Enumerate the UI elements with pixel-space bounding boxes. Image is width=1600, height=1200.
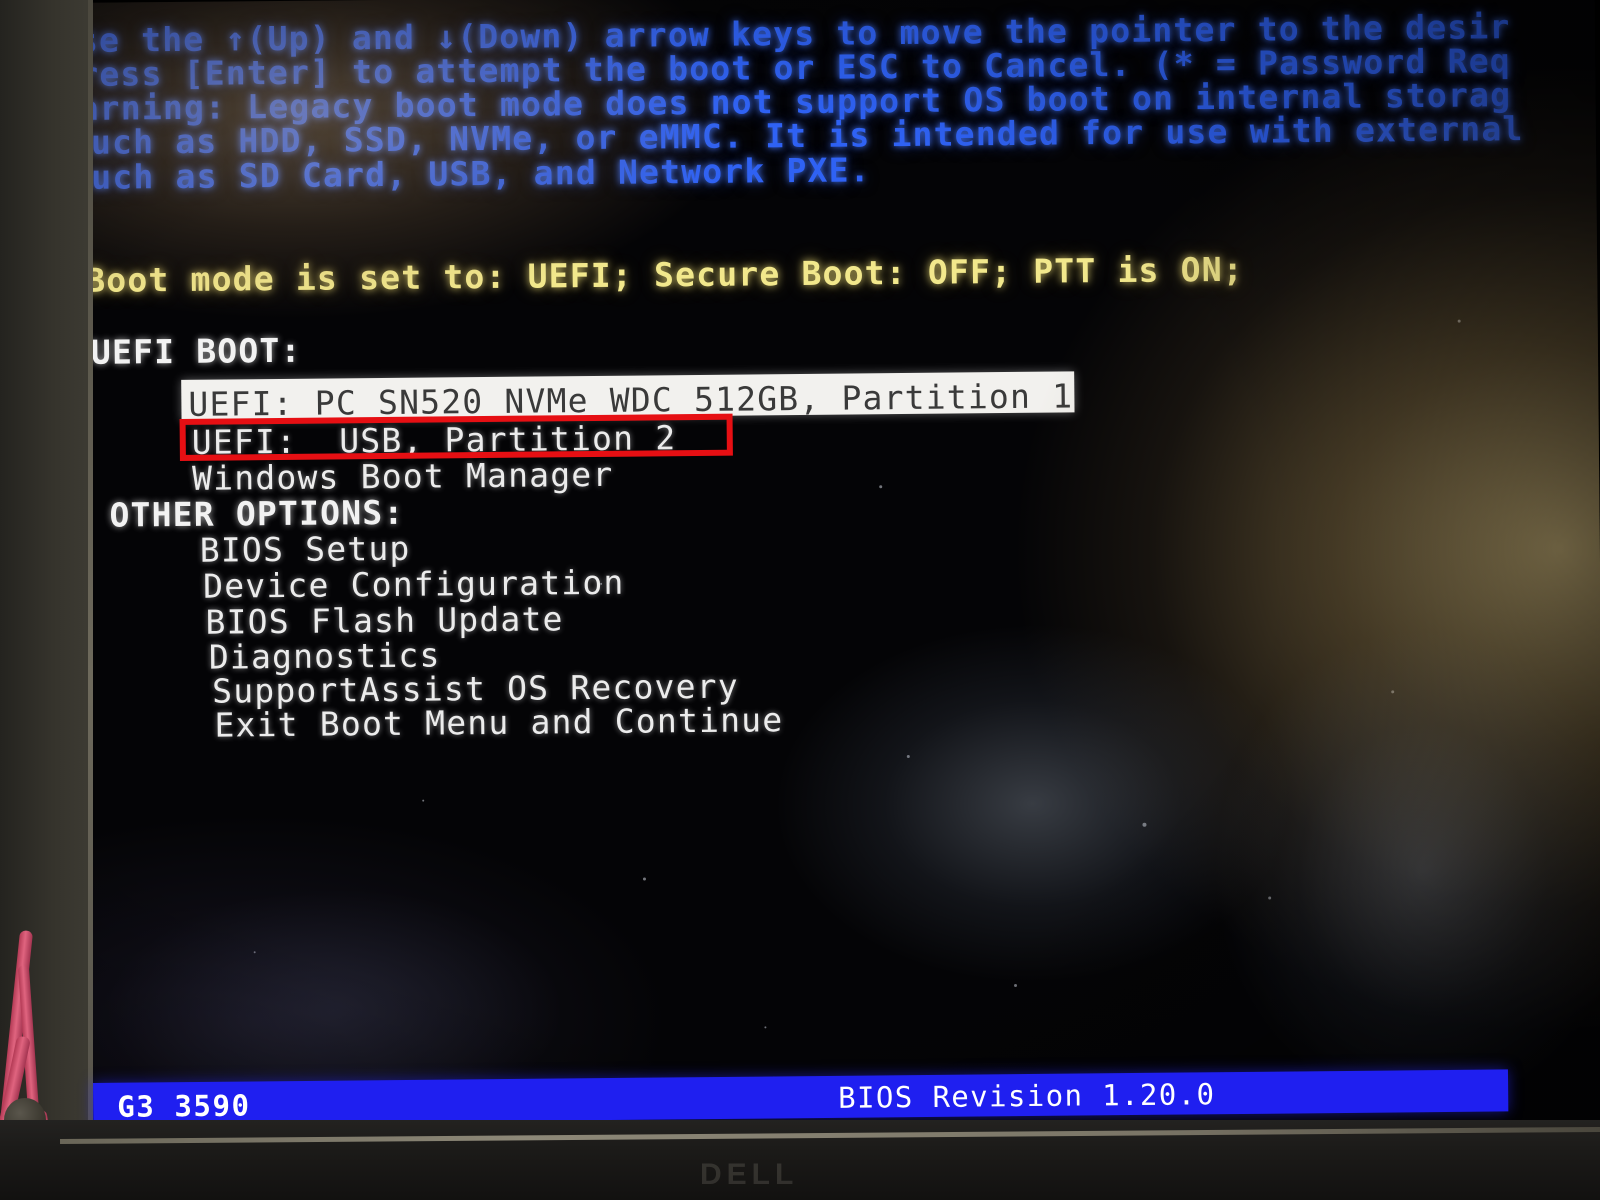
uefi-boot-header: UEFI BOOT: xyxy=(93,330,302,372)
dust-speck xyxy=(1457,319,1461,323)
other-option-bios-setup[interactable]: BIOS Setup xyxy=(200,529,411,570)
other-option-exit-boot-menu-and-continue[interactable]: Exit Boot Menu and Continue xyxy=(214,700,783,744)
dust-speck xyxy=(422,799,425,802)
system-model-label: G3 3590 xyxy=(117,1088,251,1124)
annotation-rectangle-usb-option xyxy=(179,413,733,461)
dust-speck xyxy=(764,1026,767,1029)
dell-brand-logo: DELL xyxy=(700,1158,799,1191)
dust-speck xyxy=(642,877,647,881)
bios-boot-menu: Use the ↑(Up) and ↓(Down) arrow keys to … xyxy=(93,0,1600,1135)
warning-line-3: such as SD Card, USB, and Network PXE. xyxy=(93,150,871,197)
photograph-of-laptop-screen: Use the ↑(Up) and ↓(Down) arrow keys to … xyxy=(0,0,1600,1200)
dust-speck xyxy=(1142,822,1147,827)
bios-revision-label: BIOS Revision 1.20.0 xyxy=(838,1077,1216,1115)
dust-speck xyxy=(253,951,256,954)
dust-speck xyxy=(1268,896,1272,900)
dust-speck xyxy=(1014,983,1018,987)
dust-speck xyxy=(906,754,910,758)
boot-mode-status: Boot mode is set to: UEFI; Secure Boot: … xyxy=(93,249,1245,300)
dust-speck xyxy=(600,582,603,585)
boot-option-windows-boot-manager[interactable]: Windows Boot Manager xyxy=(192,455,614,498)
dust-speck xyxy=(1391,690,1395,694)
dust-speck xyxy=(879,485,883,489)
screen-surface: Use the ↑(Up) and ↓(Down) arrow keys to … xyxy=(93,0,1600,1135)
lcd-screen: Use the ↑(Up) and ↓(Down) arrow keys to … xyxy=(93,0,1600,1135)
